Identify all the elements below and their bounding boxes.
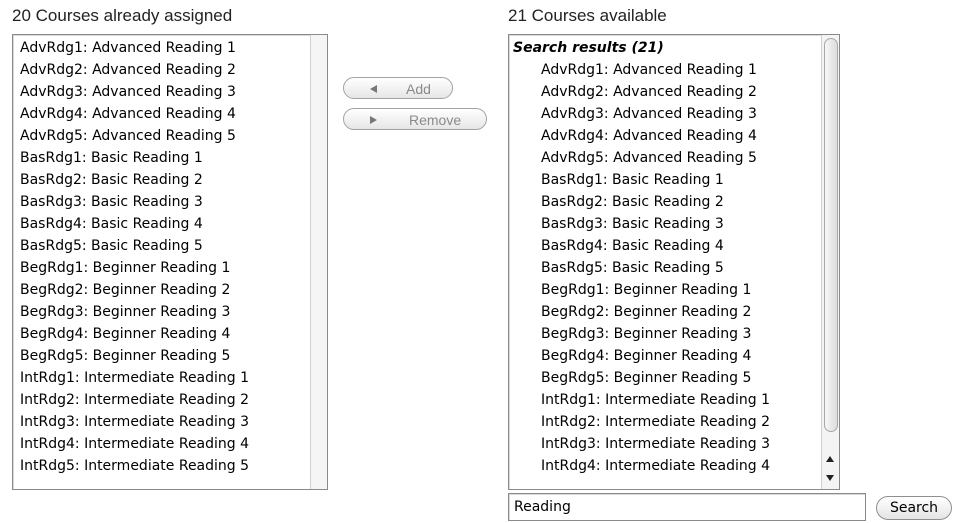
available-course-option[interactable]: BasRdg2: Basic Reading 2 [541, 191, 724, 213]
available-course-option[interactable]: BegRdg1: Beginner Reading 1 [541, 279, 751, 301]
available-course-option[interactable]: BasRdg5: Basic Reading 5 [541, 257, 724, 279]
assigned-course-option[interactable]: BegRdg2: Beginner Reading 2 [20, 279, 230, 301]
assigned-course-option[interactable]: BasRdg3: Basic Reading 3 [20, 191, 203, 213]
available-course-option[interactable]: IntRdg2: Intermediate Reading 2 [541, 411, 770, 433]
assigned-course-option[interactable]: IntRdg4: Intermediate Reading 4 [20, 433, 249, 455]
assigned-course-option[interactable]: AdvRdg4: Advanced Reading 4 [20, 103, 236, 125]
assigned-course-option[interactable]: IntRdg3: Intermediate Reading 3 [20, 411, 249, 433]
assigned-course-option[interactable]: BegRdg3: Beginner Reading 3 [20, 301, 230, 323]
available-list-scrollbar[interactable] [821, 35, 839, 489]
remove-button[interactable]: Remove [343, 108, 487, 130]
assigned-course-option[interactable]: AdvRdg3: Advanced Reading 3 [20, 81, 236, 103]
available-courses-list[interactable]: Search results (21) AdvRdg1: Advanced Re… [508, 34, 840, 490]
assigned-course-option[interactable]: IntRdg5: Intermediate Reading 5 [20, 455, 249, 477]
available-course-option[interactable]: IntRdg3: Intermediate Reading 3 [541, 433, 770, 455]
available-course-option[interactable]: BegRdg5: Beginner Reading 5 [541, 367, 751, 389]
add-button[interactable]: Add [343, 77, 453, 99]
available-course-option[interactable]: IntRdg4: Intermediate Reading 4 [541, 455, 770, 477]
assigned-course-option[interactable]: AdvRdg2: Advanced Reading 2 [20, 59, 236, 81]
left-arrow-icon [370, 85, 377, 93]
search-button[interactable]: Search [876, 496, 952, 520]
assigned-courses-list[interactable]: AdvRdg1: Advanced Reading 1 AdvRdg2: Adv… [12, 34, 328, 490]
assigned-course-option[interactable]: IntRdg2: Intermediate Reading 2 [20, 389, 249, 411]
available-course-option[interactable]: AdvRdg1: Advanced Reading 1 [541, 59, 757, 81]
add-button-label: Add [406, 81, 431, 97]
available-course-option[interactable]: IntRdg1: Intermediate Reading 1 [541, 389, 770, 411]
available-course-option[interactable]: BegRdg2: Beginner Reading 2 [541, 301, 751, 323]
available-course-option[interactable]: BasRdg1: Basic Reading 1 [541, 169, 724, 191]
assigned-course-option[interactable]: AdvRdg1: Advanced Reading 1 [20, 37, 236, 59]
available-course-option[interactable]: BegRdg4: Beginner Reading 4 [541, 345, 751, 367]
available-course-option[interactable]: AdvRdg2: Advanced Reading 2 [541, 81, 757, 103]
assigned-course-option[interactable]: BegRdg1: Beginner Reading 1 [20, 257, 230, 279]
search-input[interactable]: Reading [508, 493, 866, 521]
available-course-option[interactable]: BegRdg3: Beginner Reading 3 [541, 323, 751, 345]
available-course-option[interactable]: BasRdg4: Basic Reading 4 [541, 235, 724, 257]
assigned-course-option[interactable]: IntRdg1: Intermediate Reading 1 [20, 367, 249, 389]
available-course-option[interactable]: AdvRdg3: Advanced Reading 3 [541, 103, 757, 125]
right-arrow-icon [370, 116, 377, 124]
available-course-option[interactable]: AdvRdg4: Advanced Reading 4 [541, 125, 757, 147]
assigned-course-option[interactable]: BasRdg1: Basic Reading 1 [20, 147, 203, 169]
available-courses-heading: 21 Courses available [508, 6, 667, 25]
scrollbar-thumb[interactable] [824, 38, 838, 432]
assigned-course-option[interactable]: BasRdg5: Basic Reading 5 [20, 235, 203, 257]
assigned-course-option[interactable]: AdvRdg5: Advanced Reading 5 [20, 125, 236, 147]
assigned-list-scrollbar[interactable] [310, 35, 327, 489]
available-course-option[interactable]: AdvRdg5: Advanced Reading 5 [541, 147, 757, 169]
scroll-up-arrow-icon[interactable] [826, 456, 834, 462]
assigned-course-option[interactable]: BasRdg2: Basic Reading 2 [20, 169, 203, 191]
remove-button-label: Remove [409, 112, 462, 128]
search-results-group-label: Search results (21) [513, 40, 664, 56]
scroll-down-arrow-icon[interactable] [826, 475, 834, 481]
assigned-course-option[interactable]: BegRdg5: Beginner Reading 5 [20, 345, 230, 367]
assigned-courses-heading: 20 Courses already assigned [12, 6, 233, 25]
available-course-option[interactable]: BasRdg3: Basic Reading 3 [541, 213, 724, 235]
assigned-course-option[interactable]: BegRdg4: Beginner Reading 4 [20, 323, 230, 345]
assigned-course-option[interactable]: BasRdg4: Basic Reading 4 [20, 213, 203, 235]
